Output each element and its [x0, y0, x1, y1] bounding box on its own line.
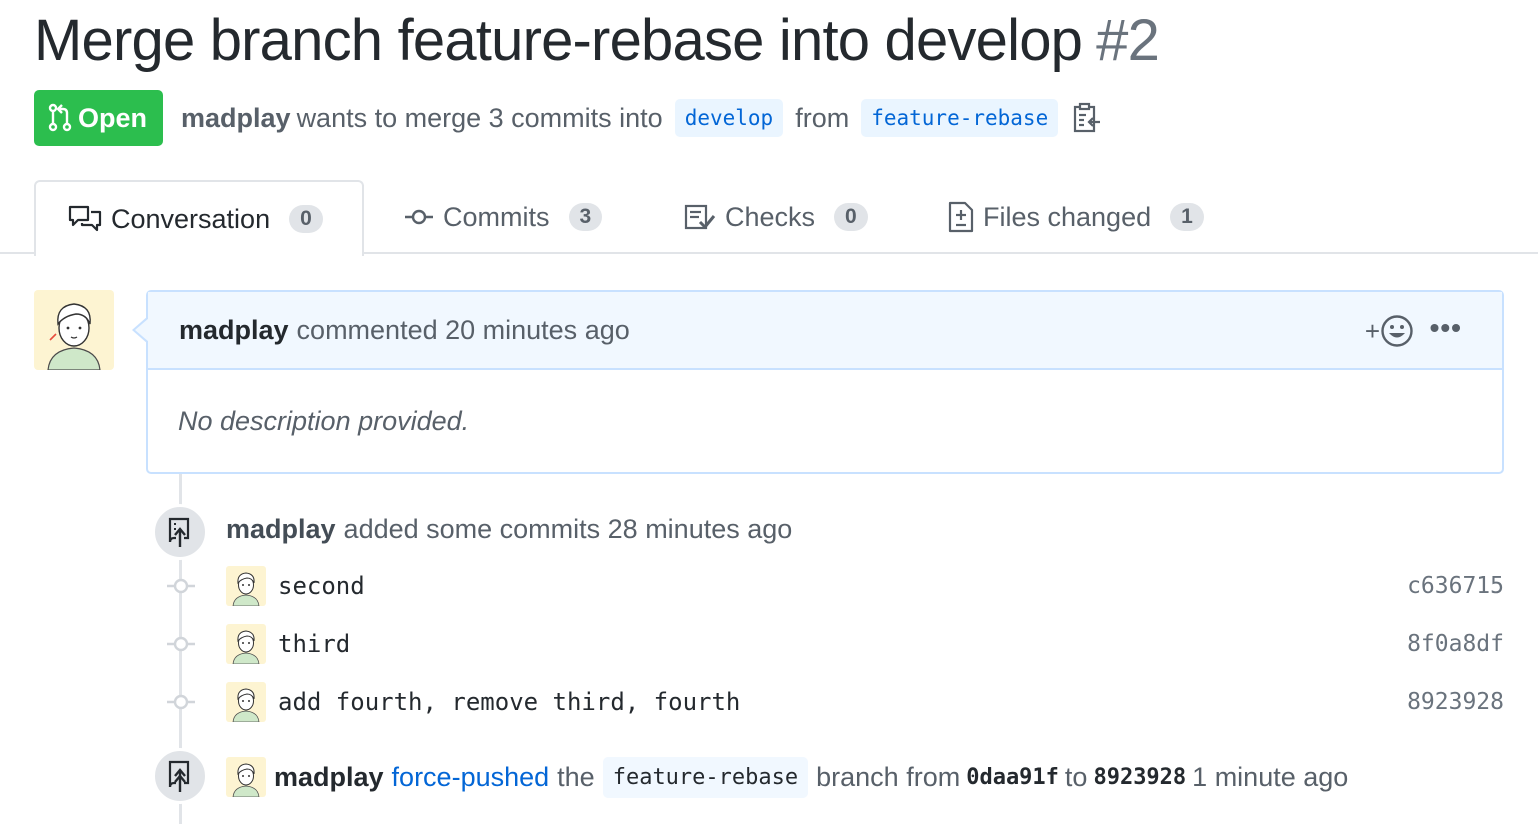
- push-event-badge: [152, 504, 208, 560]
- repo-force-push-icon: [168, 760, 190, 792]
- avatar[interactable]: [226, 682, 266, 722]
- git-commit-icon: [166, 687, 196, 717]
- force-push-event-text: madplay force-pushed the feature-rebase …: [226, 754, 1348, 800]
- plus-label: +: [1364, 315, 1380, 346]
- avatar-illustration: [47, 303, 101, 370]
- from-sha-link[interactable]: 0daa91f: [966, 765, 1059, 790]
- tab-counter: 0: [834, 203, 868, 231]
- tab-counter: 0: [289, 205, 323, 233]
- tab-label: Commits: [443, 201, 550, 232]
- tab-label: Conversation: [111, 203, 271, 234]
- commit-row: add fourth, remove third, fourth 8923928: [166, 680, 1504, 724]
- commit-sha-link[interactable]: 8f0a8df: [1407, 631, 1504, 657]
- clippy-icon: [1074, 102, 1101, 133]
- git-commit-icon: [405, 209, 433, 225]
- force-pushed-link[interactable]: force-pushed: [392, 762, 550, 793]
- state-badge: Open: [34, 90, 164, 146]
- commit-sha-link[interactable]: c636715: [1407, 573, 1504, 599]
- text-the: the: [557, 761, 595, 792]
- comment-discussion-icon: [68, 205, 102, 232]
- git-commit-icon: [166, 571, 196, 601]
- pr-title: Merge branch feature-rebase into develop: [34, 8, 1083, 73]
- event-author-link[interactable]: madplay: [226, 514, 336, 545]
- avatar[interactable]: [226, 757, 266, 797]
- commit-sha-link[interactable]: 8923928: [1407, 689, 1504, 715]
- to-sha-link[interactable]: 8923928: [1093, 765, 1186, 790]
- text-to: to: [1064, 761, 1088, 792]
- text-branch-from: branch from: [816, 761, 961, 792]
- tab-label: Checks: [725, 201, 816, 232]
- git-commit-icon: [166, 629, 196, 659]
- comment-action: commented 20 minutes ago: [296, 314, 630, 345]
- branch-label[interactable]: feature-rebase: [602, 756, 809, 798]
- pr-meta: Open madplay wants to merge 3 commits in…: [34, 90, 1102, 146]
- add-reaction-button[interactable]: +: [1365, 314, 1414, 348]
- avatar[interactable]: [226, 624, 266, 664]
- file-diff-icon: [948, 201, 974, 233]
- from-text: from: [795, 102, 850, 133]
- tab-checks[interactable]: Checks 0: [684, 180, 868, 254]
- comment-header: madplay commented 20 minutes ago + •••: [148, 292, 1502, 370]
- head-branch[interactable]: feature-rebase: [861, 99, 1059, 137]
- event-time: 1 minute ago: [1192, 761, 1349, 792]
- tab-label: Files changed: [983, 201, 1152, 232]
- pr-number: #2: [1096, 8, 1160, 73]
- more-options-button[interactable]: •••: [1430, 312, 1462, 344]
- comment-body: No description provided.: [178, 406, 470, 436]
- commit-message-link[interactable]: second: [278, 572, 365, 600]
- tab-commits[interactable]: Commits 3: [404, 180, 603, 254]
- comment-card: madplay commented 20 minutes ago + ••• N…: [132, 290, 1504, 474]
- commit-row: third 8f0a8df: [166, 622, 1504, 666]
- tab-files-changed[interactable]: Files changed 1: [948, 180, 1204, 254]
- avatar[interactable]: [226, 566, 266, 606]
- comment-author-link[interactable]: madplay: [179, 315, 289, 346]
- pr-author-link[interactable]: madplay: [181, 103, 291, 134]
- event-author-link[interactable]: madplay: [274, 762, 384, 793]
- git-pull-request-icon: [48, 103, 72, 132]
- commit-row: second c636715: [166, 564, 1504, 608]
- tab-conversation[interactable]: Conversation 0: [34, 180, 364, 256]
- checklist-icon: [684, 204, 716, 230]
- commit-message-link[interactable]: add fourth, remove third, fourth: [278, 688, 740, 716]
- tab-counter: 1: [1170, 203, 1204, 231]
- copy-branch-button[interactable]: [1072, 102, 1102, 134]
- repo-push-icon: [168, 517, 190, 547]
- pr-tabs: Conversation 0 Commits 3 Checks 0 Files …: [0, 180, 1538, 256]
- tab-counter: 3: [568, 203, 603, 231]
- commit-message-link[interactable]: third: [278, 630, 350, 658]
- force-push-event-badge: [152, 748, 208, 804]
- event-description: added some commits 28 minutes ago: [343, 514, 793, 544]
- merge-text: wants to merge 3 commits into: [296, 102, 663, 133]
- commits-event-text: madplay added some commits 28 minutes ag…: [226, 514, 792, 545]
- avatar[interactable]: [34, 290, 114, 370]
- base-branch[interactable]: develop: [674, 99, 784, 137]
- state-label: Open: [78, 102, 148, 133]
- smiley-icon: [1381, 315, 1413, 347]
- page-title: Merge branch feature-rebase into develop…: [34, 6, 1160, 76]
